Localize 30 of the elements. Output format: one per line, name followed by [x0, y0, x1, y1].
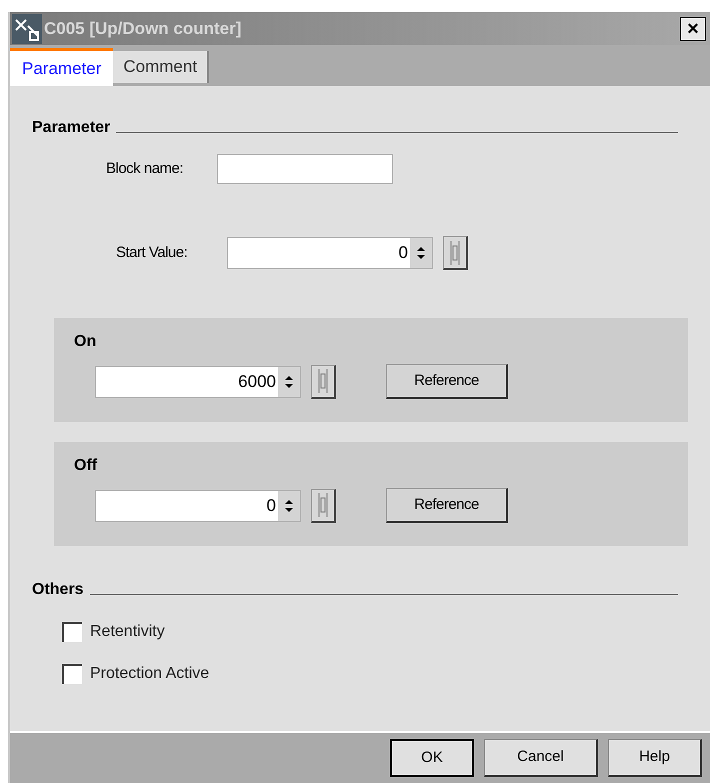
- spinner-arrows-icon[interactable]: [284, 374, 294, 390]
- field-label: Start Value:: [116, 242, 188, 263]
- tab[interactable]: Comment: [113, 51, 210, 83]
- number-field[interactable]: 0: [227, 237, 433, 269]
- window-title: C005 [Up/Down counter]: [44, 18, 242, 40]
- number-field[interactable]: 6000: [95, 366, 301, 398]
- dialog-button[interactable]: Help: [608, 739, 702, 777]
- tab[interactable]: Parameter: [10, 48, 114, 86]
- reference-button[interactable]: Reference: [386, 488, 508, 523]
- field-label: Block name:: [106, 158, 184, 179]
- number-field[interactable]: 0: [95, 490, 301, 522]
- app-logo-icon: [12, 14, 42, 44]
- spinner-arrows-icon[interactable]: [284, 498, 294, 514]
- checkbox-label: Retentivity: [90, 622, 165, 642]
- slider-icon[interactable]: [311, 364, 336, 398]
- close-button[interactable]: ×: [680, 16, 706, 40]
- section-heading: Others: [32, 580, 84, 600]
- slider-icon[interactable]: [311, 488, 336, 522]
- block-name-field[interactable]: [217, 154, 393, 184]
- spinner-arrows-icon[interactable]: [416, 245, 426, 261]
- checkbox[interactable]: [62, 622, 82, 642]
- checkbox-label: Protection Active: [90, 664, 210, 684]
- reference-button[interactable]: Reference: [386, 364, 508, 399]
- group-heading: Off: [74, 456, 98, 476]
- dialog-button[interactable]: Cancel: [484, 739, 598, 777]
- section-heading: Parameter: [32, 118, 110, 138]
- checkbox[interactable]: [62, 664, 82, 684]
- dialog-button[interactable]: OK: [390, 739, 474, 777]
- group-heading: On: [74, 332, 96, 352]
- slider-icon[interactable]: [443, 236, 468, 270]
